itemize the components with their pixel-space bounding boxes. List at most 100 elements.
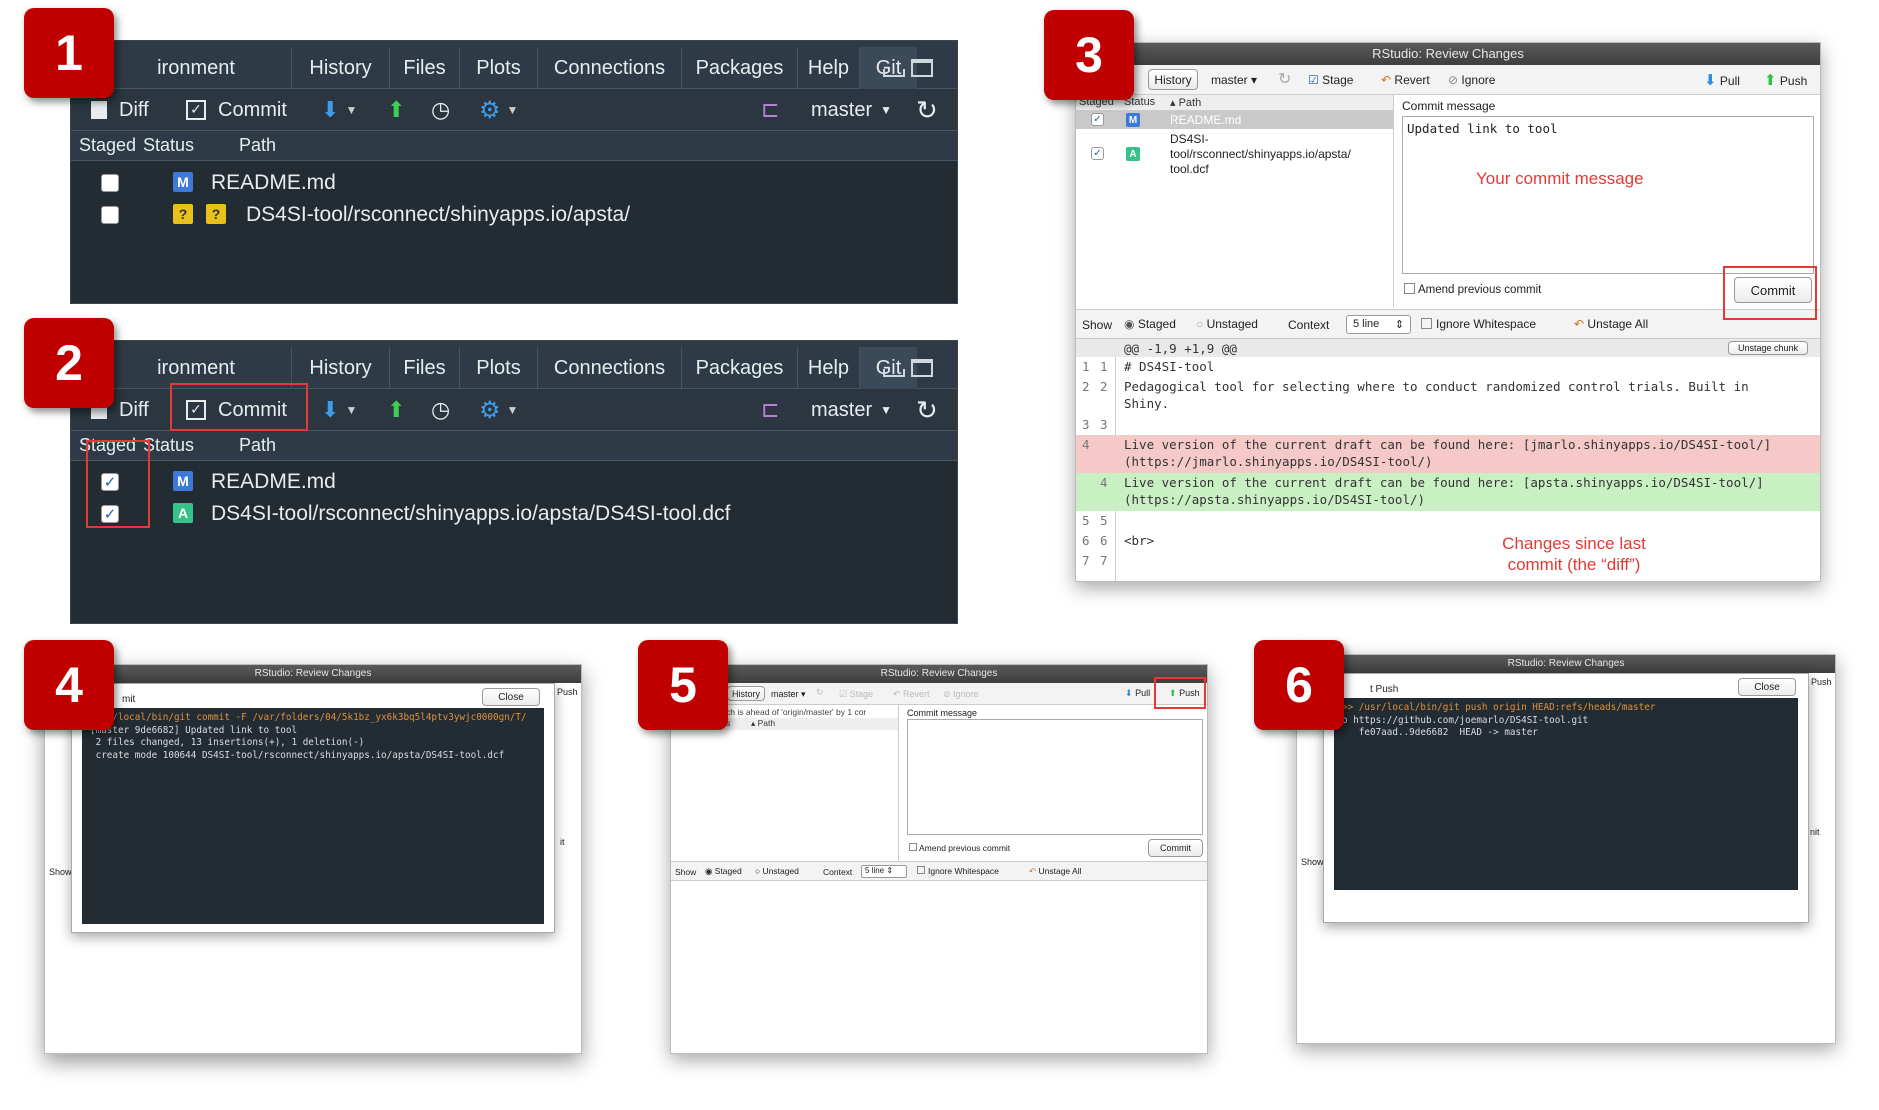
- branch-dropdown[interactable]: master ▼: [811, 389, 892, 431]
- old-line-number: 2: [1082, 379, 1090, 394]
- stage-checkbox[interactable]: [101, 206, 119, 224]
- history-button[interactable]: History: [727, 686, 765, 701]
- close-button[interactable]: Close: [482, 688, 540, 706]
- new-line-number: 7: [1100, 553, 1108, 568]
- revert-icon: ↶: [1381, 73, 1392, 87]
- commit-button[interactable]: ✓ Commit: [186, 89, 287, 131]
- gear-icon[interactable]: ⚙ ▼: [479, 89, 518, 131]
- unstage-chunk-button[interactable]: Unstage chunk: [1728, 341, 1808, 355]
- window-titlebar: RStudio: Review Changes: [45, 665, 581, 683]
- close-button[interactable]: Close: [1738, 678, 1796, 696]
- branch-icon[interactable]: ⊏: [761, 89, 779, 131]
- pull-icon[interactable]: ⬇ ▼: [321, 389, 357, 431]
- branch-dropdown[interactable]: master ▼: [811, 89, 892, 131]
- refresh-icon[interactable]: ↻: [916, 89, 938, 131]
- minimize-icon[interactable]: [883, 369, 905, 377]
- tab-plots[interactable]: Plots: [459, 347, 537, 389]
- new-line-number: 1: [1100, 359, 1108, 374]
- branch-dropdown[interactable]: master ▾: [771, 689, 806, 700]
- tab-history[interactable]: History: [291, 47, 389, 89]
- stage-button[interactable]: ☑ Stage: [1308, 73, 1353, 87]
- history-button[interactable]: History: [1148, 69, 1198, 90]
- maximize-icon[interactable]: [911, 359, 933, 377]
- minimize-icon[interactable]: [883, 69, 905, 77]
- pull-icon: ⬇: [1704, 72, 1717, 89]
- stage-button[interactable]: ☑ Stage: [839, 689, 873, 700]
- context-select[interactable]: 5 line ⇕: [861, 865, 907, 878]
- context-select[interactable]: 5 line ⇕: [1346, 315, 1411, 334]
- refresh-icon[interactable]: ↻: [1278, 69, 1291, 89]
- tab-help[interactable]: Help: [797, 47, 859, 89]
- stage-checkbox-checked[interactable]: ✓: [1091, 113, 1104, 126]
- tab-help[interactable]: Help: [797, 347, 859, 389]
- push-icon[interactable]: ⬆: [387, 389, 405, 431]
- commit-button-partial: nit: [1810, 827, 1820, 837]
- unstaged-radio[interactable]: ○ Unstaged: [1196, 317, 1258, 331]
- status-modified-icon: M: [173, 471, 193, 491]
- ignore-button[interactable]: ⊘ Ignore: [1448, 73, 1495, 87]
- checkbox-icon: ☑: [1308, 73, 1319, 87]
- refresh-icon[interactable]: ↻: [916, 389, 938, 431]
- maximize-icon[interactable]: [911, 59, 933, 77]
- file-row[interactable]: M README.md: [71, 167, 957, 199]
- file-row[interactable]: ✓ A DS4SI- tool/rsconnect/shinyapps.io/a…: [1076, 131, 1393, 177]
- tab-packages[interactable]: Packages: [681, 347, 797, 389]
- ignore-whitespace-checkbox[interactable]: Ignore Whitespace: [917, 866, 999, 876]
- staged-radio[interactable]: ◉ Staged: [705, 866, 742, 877]
- tab-git[interactable]: Git: [859, 47, 917, 89]
- file-row[interactable]: ✓ A DS4SI-tool/rsconnect/shinyapps.io/ap…: [71, 498, 957, 530]
- tab-environment[interactable]: ironment: [101, 47, 291, 89]
- tab-plots[interactable]: Plots: [459, 47, 537, 89]
- unstage-all-button[interactable]: ↶ Unstage All: [1029, 866, 1082, 877]
- commit-button[interactable]: Commit: [1148, 839, 1203, 857]
- file-row[interactable]: ✓ M README.md: [71, 466, 957, 498]
- unstage-all-button[interactable]: ↶ Unstage All: [1574, 317, 1648, 331]
- unstaged-radio[interactable]: ○ Unstaged: [755, 866, 799, 876]
- diff-options-bar: Show ◉ Staged ○ Unstaged Context 5 line …: [1076, 309, 1820, 339]
- commit-message-input[interactable]: [907, 719, 1203, 835]
- history-clock-icon[interactable]: ◷: [431, 389, 450, 431]
- pull-button[interactable]: ⬇ Pull: [1125, 688, 1150, 699]
- tab-files[interactable]: Files: [389, 347, 459, 389]
- stage-checkbox-checked[interactable]: ✓: [1091, 147, 1104, 160]
- push-label: Push: [557, 687, 578, 697]
- file-row-selected[interactable]: ✓ M README.md: [1076, 111, 1393, 129]
- old-line-number: 5: [1082, 513, 1090, 528]
- old-line-number: 6: [1082, 533, 1090, 548]
- amend-checkbox[interactable]: Amend previous commit: [1404, 283, 1541, 296]
- diff-line-text: Shiny.: [1124, 396, 1170, 411]
- amend-checkbox[interactable]: Amend previous commit: [909, 843, 1010, 853]
- pull-icon[interactable]: ⬇ ▼: [321, 89, 357, 131]
- staged-radio[interactable]: ◉ Staged: [1124, 317, 1176, 331]
- step-badge-6: 6: [1254, 640, 1344, 730]
- branch-icon[interactable]: ⊏: [761, 389, 779, 431]
- push-button[interactable]: ⬆ Push: [1764, 71, 1807, 89]
- push-icon[interactable]: ⬆: [387, 89, 405, 131]
- ignore-whitespace-checkbox[interactable]: Ignore Whitespace: [1421, 317, 1536, 331]
- branch-dropdown[interactable]: master ▾: [1211, 73, 1257, 87]
- old-line-number: 3: [1082, 417, 1090, 432]
- push-icon: ⬆: [1764, 72, 1777, 89]
- git-pane-1: ironment History Files Plots Connections…: [70, 40, 958, 304]
- refresh-icon[interactable]: ↻: [816, 687, 824, 698]
- diff-line-text: # DS4SI-tool: [1124, 359, 1215, 374]
- tab-git[interactable]: Git: [859, 347, 917, 389]
- tab-connections[interactable]: Connections: [537, 47, 681, 89]
- git-output-console: >> /usr/local/bin/git push origin HEAD:r…: [1334, 698, 1798, 890]
- pull-button[interactable]: ⬇ Pull: [1704, 71, 1740, 89]
- file-list: ch is ahead of 'origin/master' by 1 cor …: [671, 705, 899, 881]
- revert-button[interactable]: ↶ Revert: [1381, 73, 1430, 87]
- push-label: Push: [1811, 677, 1832, 687]
- stage-checkbox[interactable]: [101, 174, 119, 192]
- ignore-button[interactable]: ⊘ Ignore: [943, 689, 979, 700]
- file-row[interactable]: ? ? DS4SI-tool/rsconnect/shinyapps.io/ap…: [71, 199, 957, 231]
- commit-message-input[interactable]: Updated link to tool: [1402, 116, 1814, 274]
- diff-line: 2 2 Pedagogical tool for selecting where t…: [1076, 377, 1820, 415]
- tab-files[interactable]: Files: [389, 47, 459, 89]
- status-modified-icon: M: [1126, 113, 1140, 127]
- gear-icon[interactable]: ⚙ ▼: [479, 389, 518, 431]
- tab-packages[interactable]: Packages: [681, 47, 797, 89]
- revert-button[interactable]: ↶ Revert: [893, 689, 930, 700]
- tab-connections[interactable]: Connections: [537, 347, 681, 389]
- history-clock-icon[interactable]: ◷: [431, 89, 450, 131]
